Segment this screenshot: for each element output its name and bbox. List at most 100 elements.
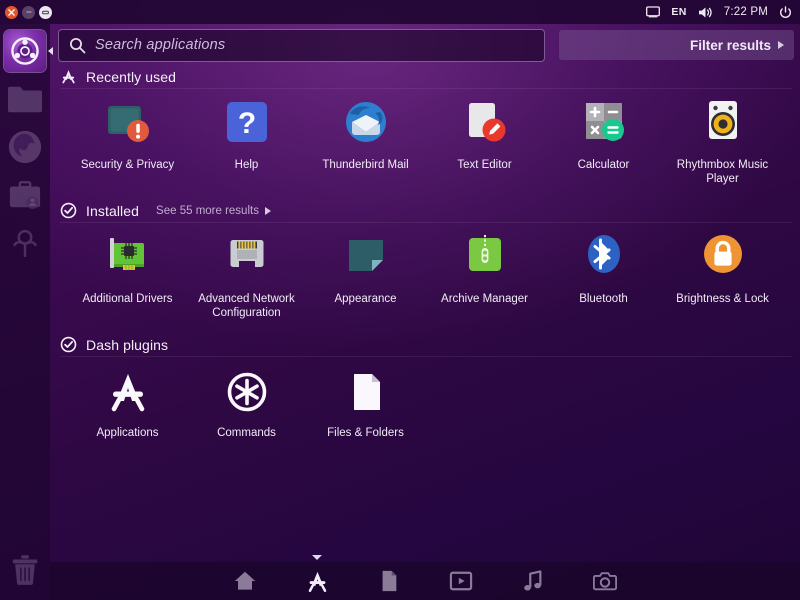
lens-applications[interactable] — [304, 568, 330, 594]
text-editor-icon — [459, 98, 511, 150]
power-icon[interactable] — [779, 6, 792, 19]
settings-icon — [7, 225, 43, 261]
chevron-right-icon — [265, 207, 271, 215]
app-item-applications[interactable]: Applications — [68, 366, 187, 441]
app-label: Help — [191, 159, 303, 173]
app-item-brightness-lock[interactable]: Brightness & Lock — [663, 232, 782, 320]
app-item-help[interactable]: ? Help — [187, 98, 306, 186]
app-label: Applications — [72, 427, 184, 441]
app-grid-dash-plugins: Applications Commands — [68, 366, 800, 441]
app-item-files-folders[interactable]: Files & Folders — [306, 366, 425, 441]
appearance-icon — [340, 232, 392, 284]
section-title: Recently used — [86, 69, 176, 85]
see-more-results-link[interactable]: See 55 more results — [148, 205, 271, 217]
launcher-active-arrow-icon — [48, 47, 53, 55]
see-more-results-label: See 55 more results — [156, 205, 259, 217]
section-rule — [60, 222, 792, 223]
window-minimize-button[interactable] — [22, 6, 35, 19]
app-item-additional-drivers[interactable]: Additional Drivers — [68, 232, 187, 320]
brightness-lock-icon — [697, 232, 749, 284]
display-icon[interactable] — [646, 6, 660, 18]
check-circle-icon — [60, 336, 77, 353]
security-privacy-icon — [102, 98, 154, 150]
app-item-bluetooth[interactable]: Bluetooth — [544, 232, 663, 320]
launcher-item-firefox-web-browser[interactable] — [4, 126, 46, 168]
section-header-dash-plugins[interactable]: Dash plugins — [60, 336, 168, 353]
app-grid-recently-used: Security & Privacy ? Help — [68, 98, 800, 186]
additional-drivers-icon — [102, 232, 154, 284]
calculator-icon — [578, 98, 630, 150]
app-label: Files & Folders — [310, 427, 422, 441]
app-grid-installed: Additional Drivers Advanced Network Conf… — [68, 232, 800, 320]
search-placeholder: Search applications — [95, 37, 225, 53]
svg-text:?: ? — [237, 107, 255, 140]
app-label: Brightness & Lock — [667, 293, 779, 307]
app-item-calculator[interactable]: Calculator — [544, 98, 663, 186]
app-item-rhythmbox-music-player[interactable]: Rhythmbox Music Player — [663, 98, 782, 186]
launcher-item-ubuntu-dash-home[interactable] — [4, 30, 46, 72]
launcher-item-files[interactable] — [4, 78, 46, 120]
app-label: Thunderbird Mail — [310, 159, 422, 173]
search-row: Search applications Filter results — [58, 28, 794, 62]
app-item-text-editor[interactable]: Text Editor — [425, 98, 544, 186]
launcher-item-trash[interactable] — [4, 548, 46, 590]
lens-photos[interactable] — [592, 568, 618, 594]
filter-results-button[interactable]: Filter results — [559, 30, 794, 60]
app-item-archive-manager[interactable]: Archive Manager — [425, 232, 544, 320]
volume-icon[interactable] — [698, 6, 713, 19]
trash-icon — [8, 551, 42, 587]
lens-video[interactable] — [448, 568, 474, 594]
dash-lens-bar — [50, 562, 800, 600]
app-label: Archive Manager — [429, 293, 541, 307]
ubuntu-logo-icon — [4, 30, 46, 72]
app-label: Rhythmbox Music Player — [667, 159, 779, 186]
search-input[interactable]: Search applications — [58, 29, 545, 62]
section-rule — [60, 88, 792, 89]
lens-music[interactable] — [520, 568, 546, 594]
window-maximize-button[interactable] — [39, 6, 52, 19]
keyboard-layout-indicator[interactable]: EN — [671, 6, 686, 18]
help-icon: ? — [221, 98, 273, 150]
app-item-commands[interactable]: Commands — [187, 366, 306, 441]
chevron-right-icon — [778, 41, 784, 49]
clock[interactable]: 7:22 PM — [724, 6, 768, 18]
window-close-button[interactable] — [5, 6, 18, 19]
launcher-item-system-settings[interactable] — [4, 222, 46, 264]
app-item-advanced-network-configuration[interactable]: Advanced Network Configuration — [187, 232, 306, 320]
section-header-installed[interactable]: Installed See 55 more results — [60, 202, 271, 219]
top-panel: EN 7:22 PM — [0, 0, 800, 24]
app-label: Advanced Network Configuration — [191, 293, 303, 320]
app-label: Commands — [191, 427, 303, 441]
window-controls — [0, 6, 52, 19]
active-lens-caret-icon — [312, 555, 322, 560]
files-folders-icon — [340, 366, 392, 418]
app-item-security-privacy[interactable]: Security & Privacy — [68, 98, 187, 186]
rhythmbox-icon — [697, 98, 749, 150]
lens-home[interactable] — [232, 568, 258, 594]
panel-indicators: EN 7:22 PM — [646, 6, 800, 19]
firefox-icon — [6, 128, 44, 166]
lens-files-folders[interactable] — [376, 568, 402, 594]
applications-lens-icon — [60, 68, 77, 85]
search-icon — [69, 37, 86, 54]
app-label: Security & Privacy — [72, 159, 184, 173]
thunderbird-icon — [340, 98, 392, 150]
unity-dash-screen: EN 7:22 PM — [0, 0, 800, 600]
app-label: Calculator — [548, 159, 660, 173]
commands-icon — [221, 366, 273, 418]
section-title: Dash plugins — [86, 337, 168, 353]
applications-lens-icon — [102, 366, 154, 418]
app-item-thunderbird-mail[interactable]: Thunderbird Mail — [306, 98, 425, 186]
dash-panel: Search applications Filter results Recen… — [50, 24, 800, 600]
unity-launcher — [0, 24, 50, 600]
folder-icon — [6, 82, 44, 116]
app-label: Additional Drivers — [72, 293, 184, 307]
app-label: Text Editor — [429, 159, 541, 173]
app-label: Appearance — [310, 293, 422, 307]
check-circle-icon — [60, 202, 77, 219]
bluetooth-icon — [578, 232, 630, 284]
app-item-appearance[interactable]: Appearance — [306, 232, 425, 320]
section-header-recently-used[interactable]: Recently used — [60, 68, 176, 85]
launcher-item-ubuntu-software[interactable] — [4, 174, 46, 216]
app-label: Bluetooth — [548, 293, 660, 307]
